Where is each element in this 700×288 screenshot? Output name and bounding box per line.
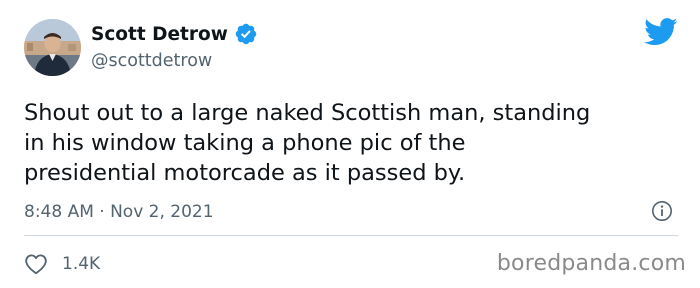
heart-icon[interactable] [24, 253, 48, 275]
author-display-name[interactable]: Scott Detrow [91, 24, 228, 45]
author-handle[interactable]: @scottdetrow [91, 51, 212, 71]
author-name-row: Scott Detrow [91, 22, 258, 46]
tweet-text-line: in his window taking a phone pic of the [24, 130, 466, 156]
tweet-text-line: presidential motorcade as it passed by. [24, 160, 466, 186]
watermark: boredpanda.com [496, 251, 686, 276]
tweet-text-line: Shout out to a large naked Scottish man,… [24, 100, 591, 126]
tweet-text: Shout out to a large naked Scottish man,… [24, 98, 684, 188]
tweet-card: Scott Detrow @scottdetrow Shout out to a… [0, 0, 700, 288]
tweet-timestamp[interactable]: 8:48 AM · Nov 2, 2021 [24, 202, 214, 222]
info-icon[interactable] [651, 200, 673, 222]
like-action[interactable]: 1.4K [24, 253, 100, 275]
twitter-bird-icon[interactable] [644, 18, 678, 46]
verified-badge-icon [235, 23, 257, 45]
divider [24, 235, 678, 236]
like-count: 1.4K [62, 254, 101, 274]
avatar[interactable] [24, 19, 81, 76]
